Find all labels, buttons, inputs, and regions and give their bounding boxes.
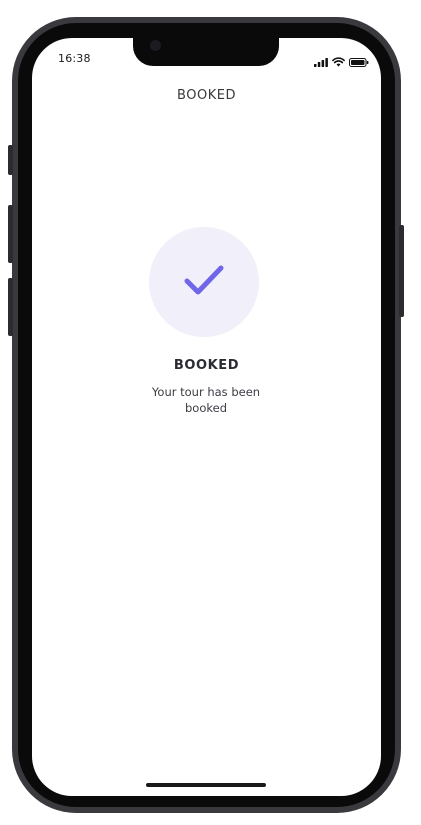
- volume-up-button: [8, 205, 13, 263]
- volume-down-button: [8, 278, 13, 336]
- power-button: [399, 225, 404, 317]
- front-camera: [150, 40, 161, 51]
- confirmation-title: BOOKED: [173, 358, 240, 373]
- page-title: BOOKED: [177, 88, 236, 103]
- battery-icon: [349, 52, 369, 71]
- confirmation-message: Your tour has been booked: [151, 385, 261, 415]
- checkmark-icon: [184, 264, 224, 300]
- signal-icon: [314, 52, 328, 71]
- status-time: 16:38: [58, 52, 91, 65]
- screen: 16:38 BOOKED BOOKED Your tour has been b…: [32, 38, 381, 796]
- home-indicator[interactable]: [146, 783, 266, 787]
- mute-switch: [8, 145, 13, 175]
- notch: [133, 38, 279, 66]
- status-icons: [314, 52, 369, 71]
- success-badge: [149, 227, 259, 337]
- wifi-icon: [332, 52, 345, 71]
